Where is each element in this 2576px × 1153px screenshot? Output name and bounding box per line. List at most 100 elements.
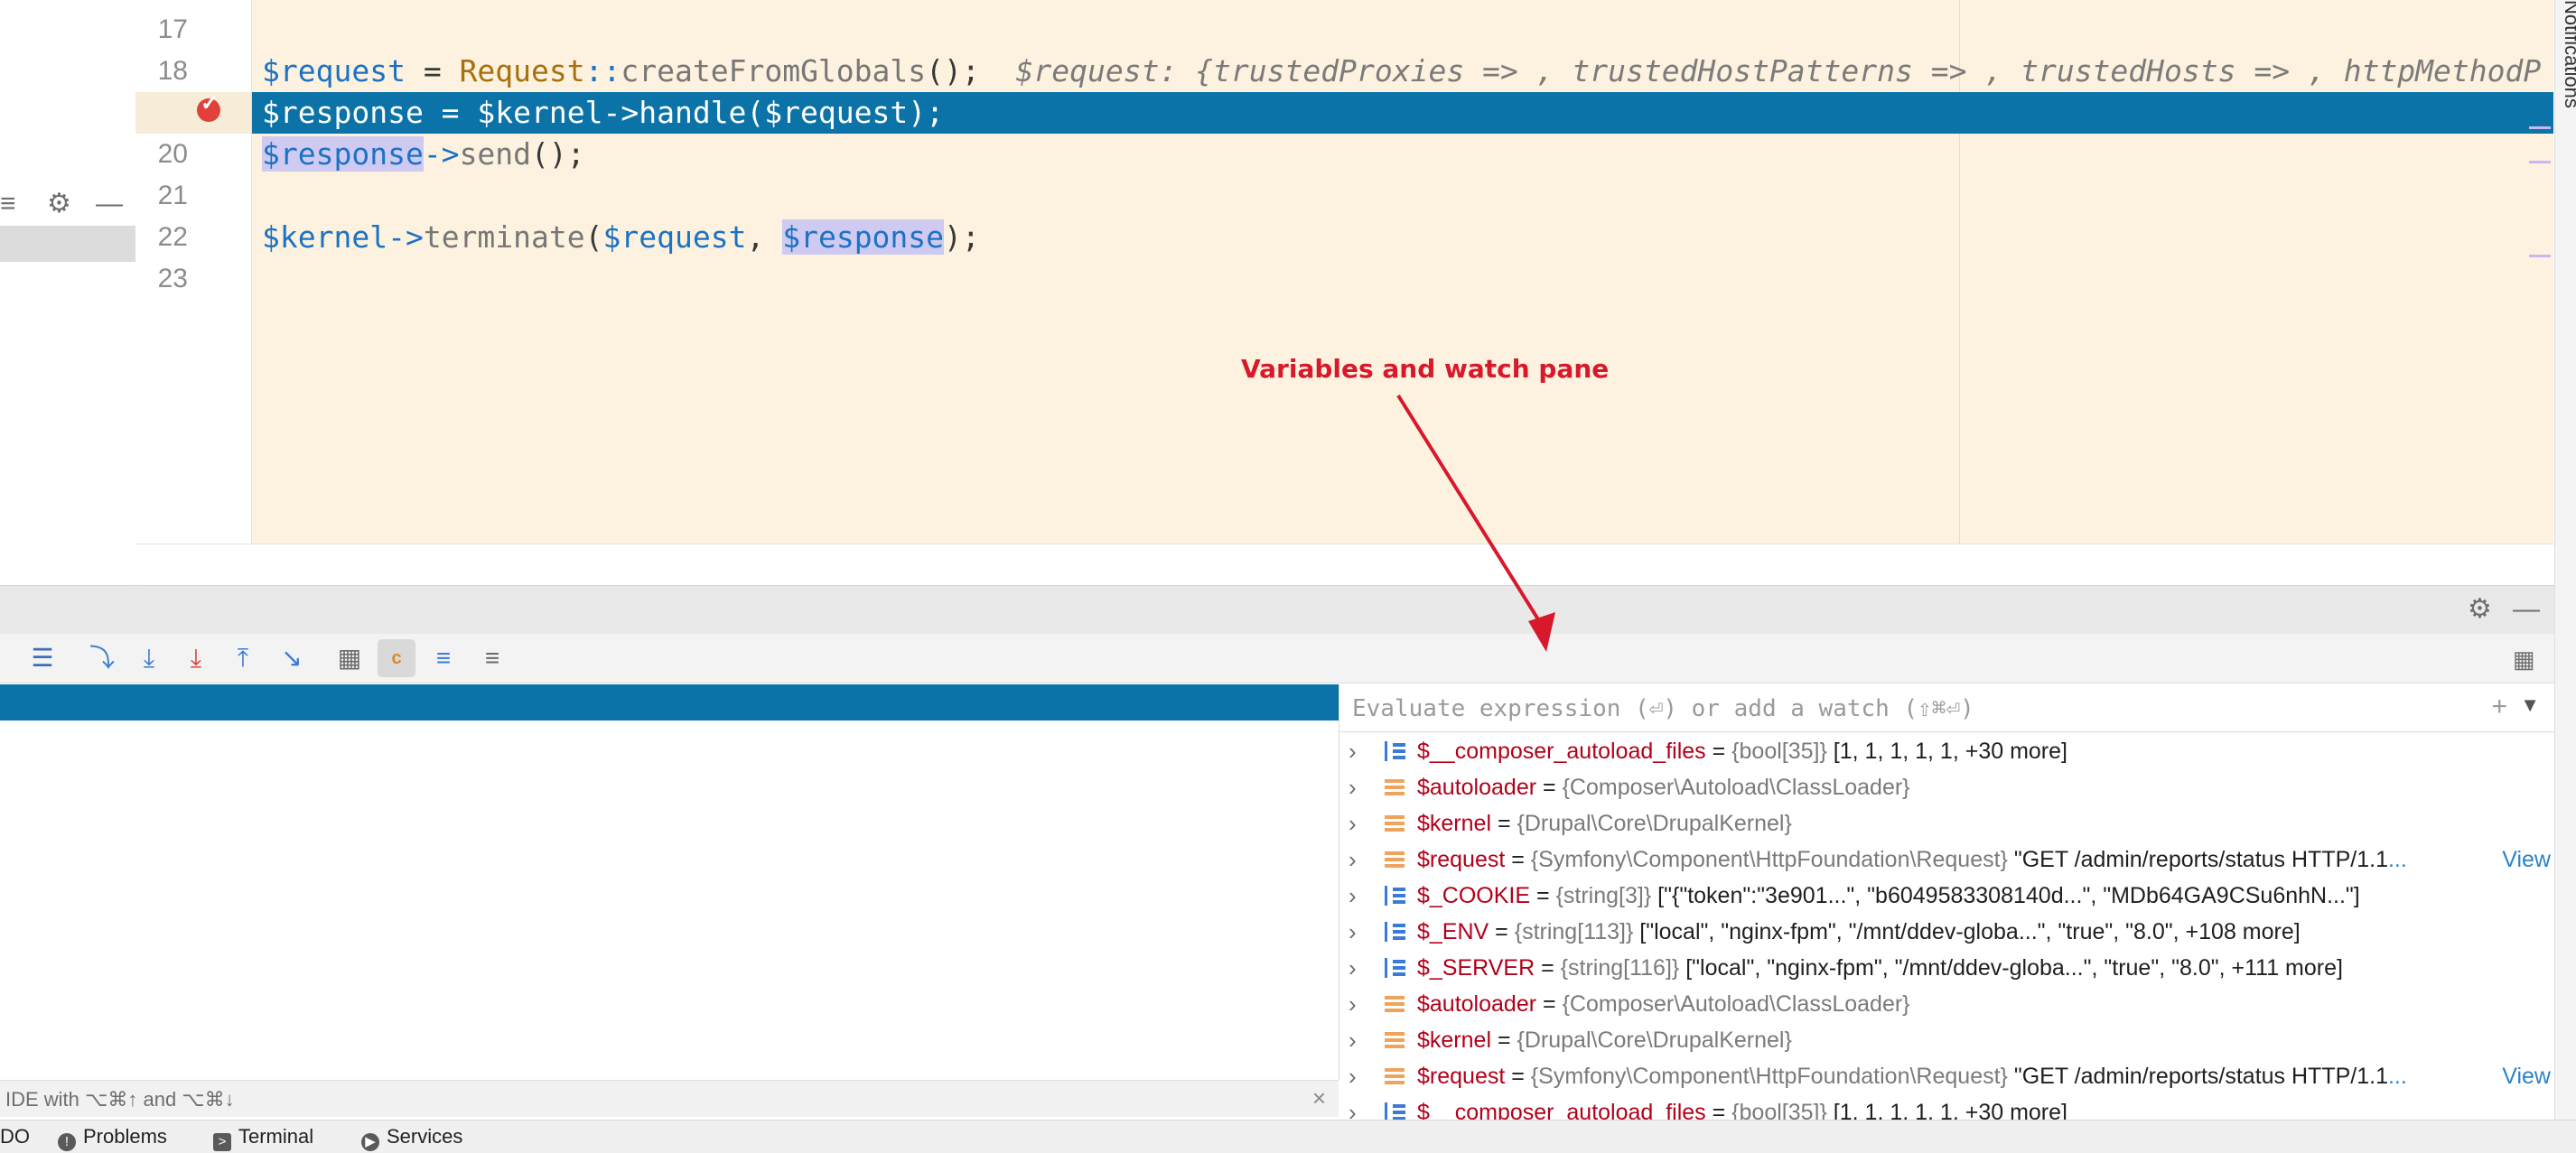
chevron-right-icon[interactable]: ›	[1349, 1094, 1367, 1120]
force-step-into-icon[interactable]: ⤓	[177, 639, 215, 677]
variable-text: $request = {Symfony\Component\HttpFounda…	[1417, 1058, 2407, 1094]
todo-tab[interactable]: DO	[0, 1124, 30, 1149]
services-tab[interactable]: ▶ Services	[361, 1124, 462, 1151]
frames-pane	[0, 684, 1339, 1080]
code-token: ();	[531, 136, 585, 172]
equals-sign: =	[1705, 739, 1732, 764]
code-token: $request	[602, 219, 747, 255]
variable-row[interactable]: › $_COOKIE = {string[3]} ["{"token":"3e90…	[1339, 878, 2554, 914]
chevron-right-icon[interactable]: ›	[1349, 986, 1367, 1022]
variable-value: [1, 1, 1, 1, 1, +30 more]	[1833, 739, 2067, 764]
variable-row[interactable]: › $request = {Symfony\Component\HttpFound…	[1339, 842, 2554, 878]
menu-icon[interactable]: ☰	[23, 639, 61, 677]
problems-icon: !	[58, 1133, 76, 1151]
step-out-icon[interactable]: ⤒	[224, 639, 262, 677]
code-line-19: $response = $kernel->handle($request);	[262, 95, 944, 130]
inline-value-hint: $request: {trustedProxies => , trustedHo…	[979, 53, 2542, 88]
variable-type: {string[113]}	[1514, 919, 1634, 944]
gear-icon[interactable]: ⚙	[2468, 591, 2492, 628]
notifications-tab[interactable]: Notifications	[2560, 0, 2576, 108]
variable-text: $__composer_autoload_files = {bool[35]} …	[1417, 1094, 2067, 1120]
selected-tree-item[interactable]	[0, 226, 135, 262]
chevron-right-icon[interactable]: ›	[1349, 733, 1367, 769]
code-line-22: $kernel->terminate($request, $response);	[262, 217, 980, 258]
chevron-right-icon[interactable]: ›	[1349, 769, 1367, 805]
switch-frames-hint: IDE with ⌥⌘↑ and ⌥⌘↓ ×	[0, 1080, 1339, 1117]
line-number: 21	[157, 181, 188, 210]
variable-name: $_COOKIE	[1417, 883, 1531, 908]
variable-type: {Drupal\Core\DrupalKernel}	[1517, 1027, 1792, 1053]
minimize-icon[interactable]: —	[2513, 591, 2540, 628]
run-to-cursor-icon[interactable]: ↘	[273, 639, 311, 677]
code-token: );	[944, 219, 980, 255]
step-into-icon[interactable]: ⤓	[130, 639, 168, 677]
annotation-arrow	[1396, 394, 1555, 652]
chevron-right-icon[interactable]: ›	[1349, 914, 1367, 950]
code-token: (	[584, 219, 603, 255]
variable-row[interactable]: › $_ENV = {string[113]} ["local", "nginx-…	[1339, 914, 2554, 950]
evaluate-icon[interactable]: ▦	[331, 639, 369, 677]
evaluate-bar: + ▼	[1339, 684, 2554, 732]
code-token: ::	[584, 53, 621, 88]
problems-tab[interactable]: ! Problems	[58, 1124, 167, 1151]
equals-sign: =	[1536, 775, 1563, 800]
selected-frame[interactable]	[0, 684, 1339, 721]
chevron-right-icon[interactable]: ›	[1349, 842, 1367, 878]
code-line-18: $request = Request::createFromGlobals();…	[262, 51, 2541, 92]
evaluate-expression-input[interactable]	[1350, 692, 2438, 726]
chevron-right-icon[interactable]: ›	[1349, 1058, 1367, 1094]
variable-row[interactable]: › $kernel = {Drupal\Core\DrupalKernel}	[1339, 1022, 2554, 1058]
variable-name: $_SERVER	[1417, 955, 1535, 981]
chevron-right-icon[interactable]: ›	[1349, 950, 1367, 986]
variable-name: $__composer_autoload_files	[1417, 739, 1706, 764]
services-label: Services	[387, 1125, 463, 1148]
variable-text: $__composer_autoload_files = {bool[35]} …	[1417, 733, 2067, 769]
variable-text: $request = {Symfony\Component\HttpFounda…	[1417, 842, 2407, 878]
variable-name: $request	[1417, 847, 1506, 872]
problems-label: Problems	[83, 1125, 167, 1148]
variable-value: ["local", "nginx-fpm", "/mnt/ddev-globa.…	[1685, 955, 2343, 981]
view-link[interactable]: View	[2502, 842, 2551, 878]
variable-row[interactable]: › $autoloader = {Composer\Autoload\ClassL…	[1339, 986, 2554, 1022]
error-stripe-mark[interactable]	[2529, 161, 2551, 163]
variable-row[interactable]: › $autoloader = {Composer\Autoload\ClassL…	[1339, 769, 2554, 805]
line-number: 18	[157, 56, 188, 86]
equals-sign: =	[1491, 811, 1517, 836]
layout-icon[interactable]: ▦	[2513, 641, 2535, 677]
close-icon[interactable]: ×	[1312, 1084, 1326, 1112]
object-icon	[1385, 850, 1405, 869]
collapse-all-icon[interactable]: ≡	[0, 186, 16, 222]
add-watch-icon[interactable]: ≡	[473, 639, 511, 677]
variable-text: $kernel = {Drupal\Core\DrupalKernel}	[1417, 1022, 1792, 1058]
variable-row[interactable]: › $_SERVER = {string[116]} ["local", "ngi…	[1339, 950, 2554, 986]
variable-row[interactable]: › $__composer_autoload_files = {bool[35]}…	[1339, 733, 2554, 769]
variable-name: $__composer_autoload_files	[1417, 1100, 1706, 1120]
error-stripe-mark[interactable]	[2529, 126, 2551, 129]
add-watch-icon[interactable]: +	[2491, 692, 2507, 722]
gear-icon[interactable]: ⚙	[47, 186, 71, 222]
variable-row[interactable]: › $request = {Symfony\Component\HttpFound…	[1339, 1058, 2554, 1094]
line-number: 17	[157, 14, 188, 44]
frames-list-icon[interactable]: ≡	[425, 639, 462, 677]
chevron-right-icon[interactable]: ›	[1349, 805, 1367, 842]
variable-value: "GET /admin/reports/status HTTP/1.1	[2013, 847, 2388, 872]
chevron-right-icon[interactable]: ›	[1349, 1022, 1367, 1058]
variable-name: $autoloader	[1417, 775, 1537, 800]
minimize-icon[interactable]: —	[96, 186, 123, 222]
chevron-down-icon[interactable]: ▼	[2520, 693, 2540, 717]
constant-icon[interactable]: c	[378, 639, 415, 677]
code-token: ,	[746, 219, 783, 255]
code-token: Request	[459, 53, 585, 88]
variable-row[interactable]: › $kernel = {Drupal\Core\DrupalKernel}	[1339, 805, 2554, 842]
view-link[interactable]: View	[2502, 1058, 2551, 1094]
tool-window-toolbar: ≡ ⚙ —	[0, 186, 135, 222]
variable-type: {bool[35]}	[1731, 1100, 1827, 1120]
variable-value: ["{"token":"3e901...", "b6049583308140d.…	[1657, 883, 2360, 908]
step-over-icon[interactable]: ⤵	[83, 639, 121, 677]
chevron-right-icon[interactable]: ›	[1349, 878, 1367, 914]
object-icon	[1385, 814, 1405, 833]
error-stripe-mark[interactable]	[2529, 255, 2551, 257]
variable-row[interactable]: › $__composer_autoload_files = {bool[35]}…	[1339, 1094, 2554, 1120]
code-token: $request	[262, 53, 406, 88]
terminal-tab[interactable]: > Terminal	[213, 1124, 313, 1151]
